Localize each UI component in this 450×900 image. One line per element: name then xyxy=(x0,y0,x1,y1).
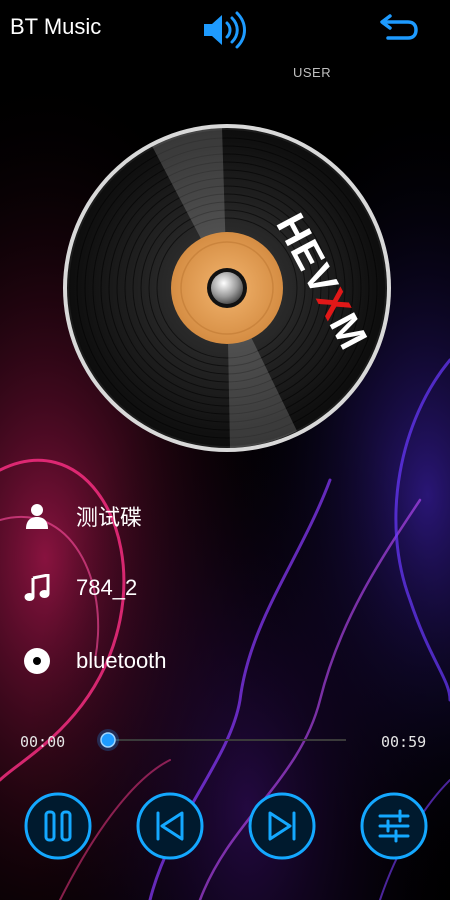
elapsed-time: 00:00 xyxy=(20,733,66,751)
eq-preset-label: USER xyxy=(293,65,332,80)
next-button[interactable] xyxy=(246,790,318,862)
app-title: BT Music xyxy=(10,14,102,39)
person-icon xyxy=(22,501,52,531)
track-title-label: 784_2 xyxy=(76,575,138,600)
equalizer-icon xyxy=(378,809,410,843)
total-time: 00:59 xyxy=(381,733,427,751)
seek-bar[interactable] xyxy=(96,727,348,753)
previous-button[interactable] xyxy=(134,790,206,862)
return-arrow-icon[interactable] xyxy=(378,10,422,46)
music-note-icon xyxy=(22,573,52,603)
equalizer-button[interactable] xyxy=(358,790,430,862)
artist-label: 测试碟 xyxy=(76,505,143,530)
vinyl-disc-artwork: HEVXM xyxy=(63,124,391,452)
album-label: bluetooth xyxy=(76,648,167,673)
artist-row: 测试碟 xyxy=(22,496,422,536)
seek-thumb xyxy=(100,732,116,748)
disc-icon xyxy=(22,646,52,676)
speaker-icon[interactable] xyxy=(200,8,248,52)
pause-button[interactable] xyxy=(22,790,94,862)
album-row: bluetooth xyxy=(22,641,422,681)
title-row: 784_2 xyxy=(22,568,422,608)
